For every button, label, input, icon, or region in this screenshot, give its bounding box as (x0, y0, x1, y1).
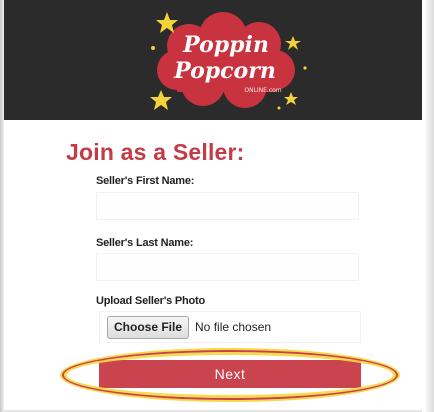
first-name-label: Seller's First Name: (96, 175, 195, 187)
photo-upload-label: Upload Seller's Photo (96, 295, 206, 307)
right-page-edge (426, 0, 434, 412)
last-name-label: Seller's Last Name: (96, 237, 194, 249)
file-status-text: No file chosen (195, 320, 272, 334)
choose-file-button[interactable]: Choose File (107, 315, 190, 339)
logo-tagline: ONLINE.com (244, 87, 281, 94)
site-logo[interactable]: Poppin Popcorn ONLINE.com (141, 8, 311, 114)
last-name-field[interactable] (96, 253, 359, 281)
star-icon (284, 92, 298, 105)
logo-word-1: Poppin (182, 32, 269, 58)
seller-signup-form: Join as a Seller: Seller's First Name: S… (4, 120, 422, 412)
logo-word-2: Popcorn (173, 58, 276, 84)
next-button[interactable]: Next (99, 360, 361, 388)
page-title: Join as a Seller: (66, 139, 245, 165)
star-icon (150, 90, 172, 110)
photo-file-input[interactable]: Choose File No file chosen (99, 311, 361, 343)
site-header: Poppin Popcorn ONLINE.com (4, 0, 422, 120)
star-icon (285, 36, 301, 50)
first-name-field[interactable] (96, 192, 359, 220)
